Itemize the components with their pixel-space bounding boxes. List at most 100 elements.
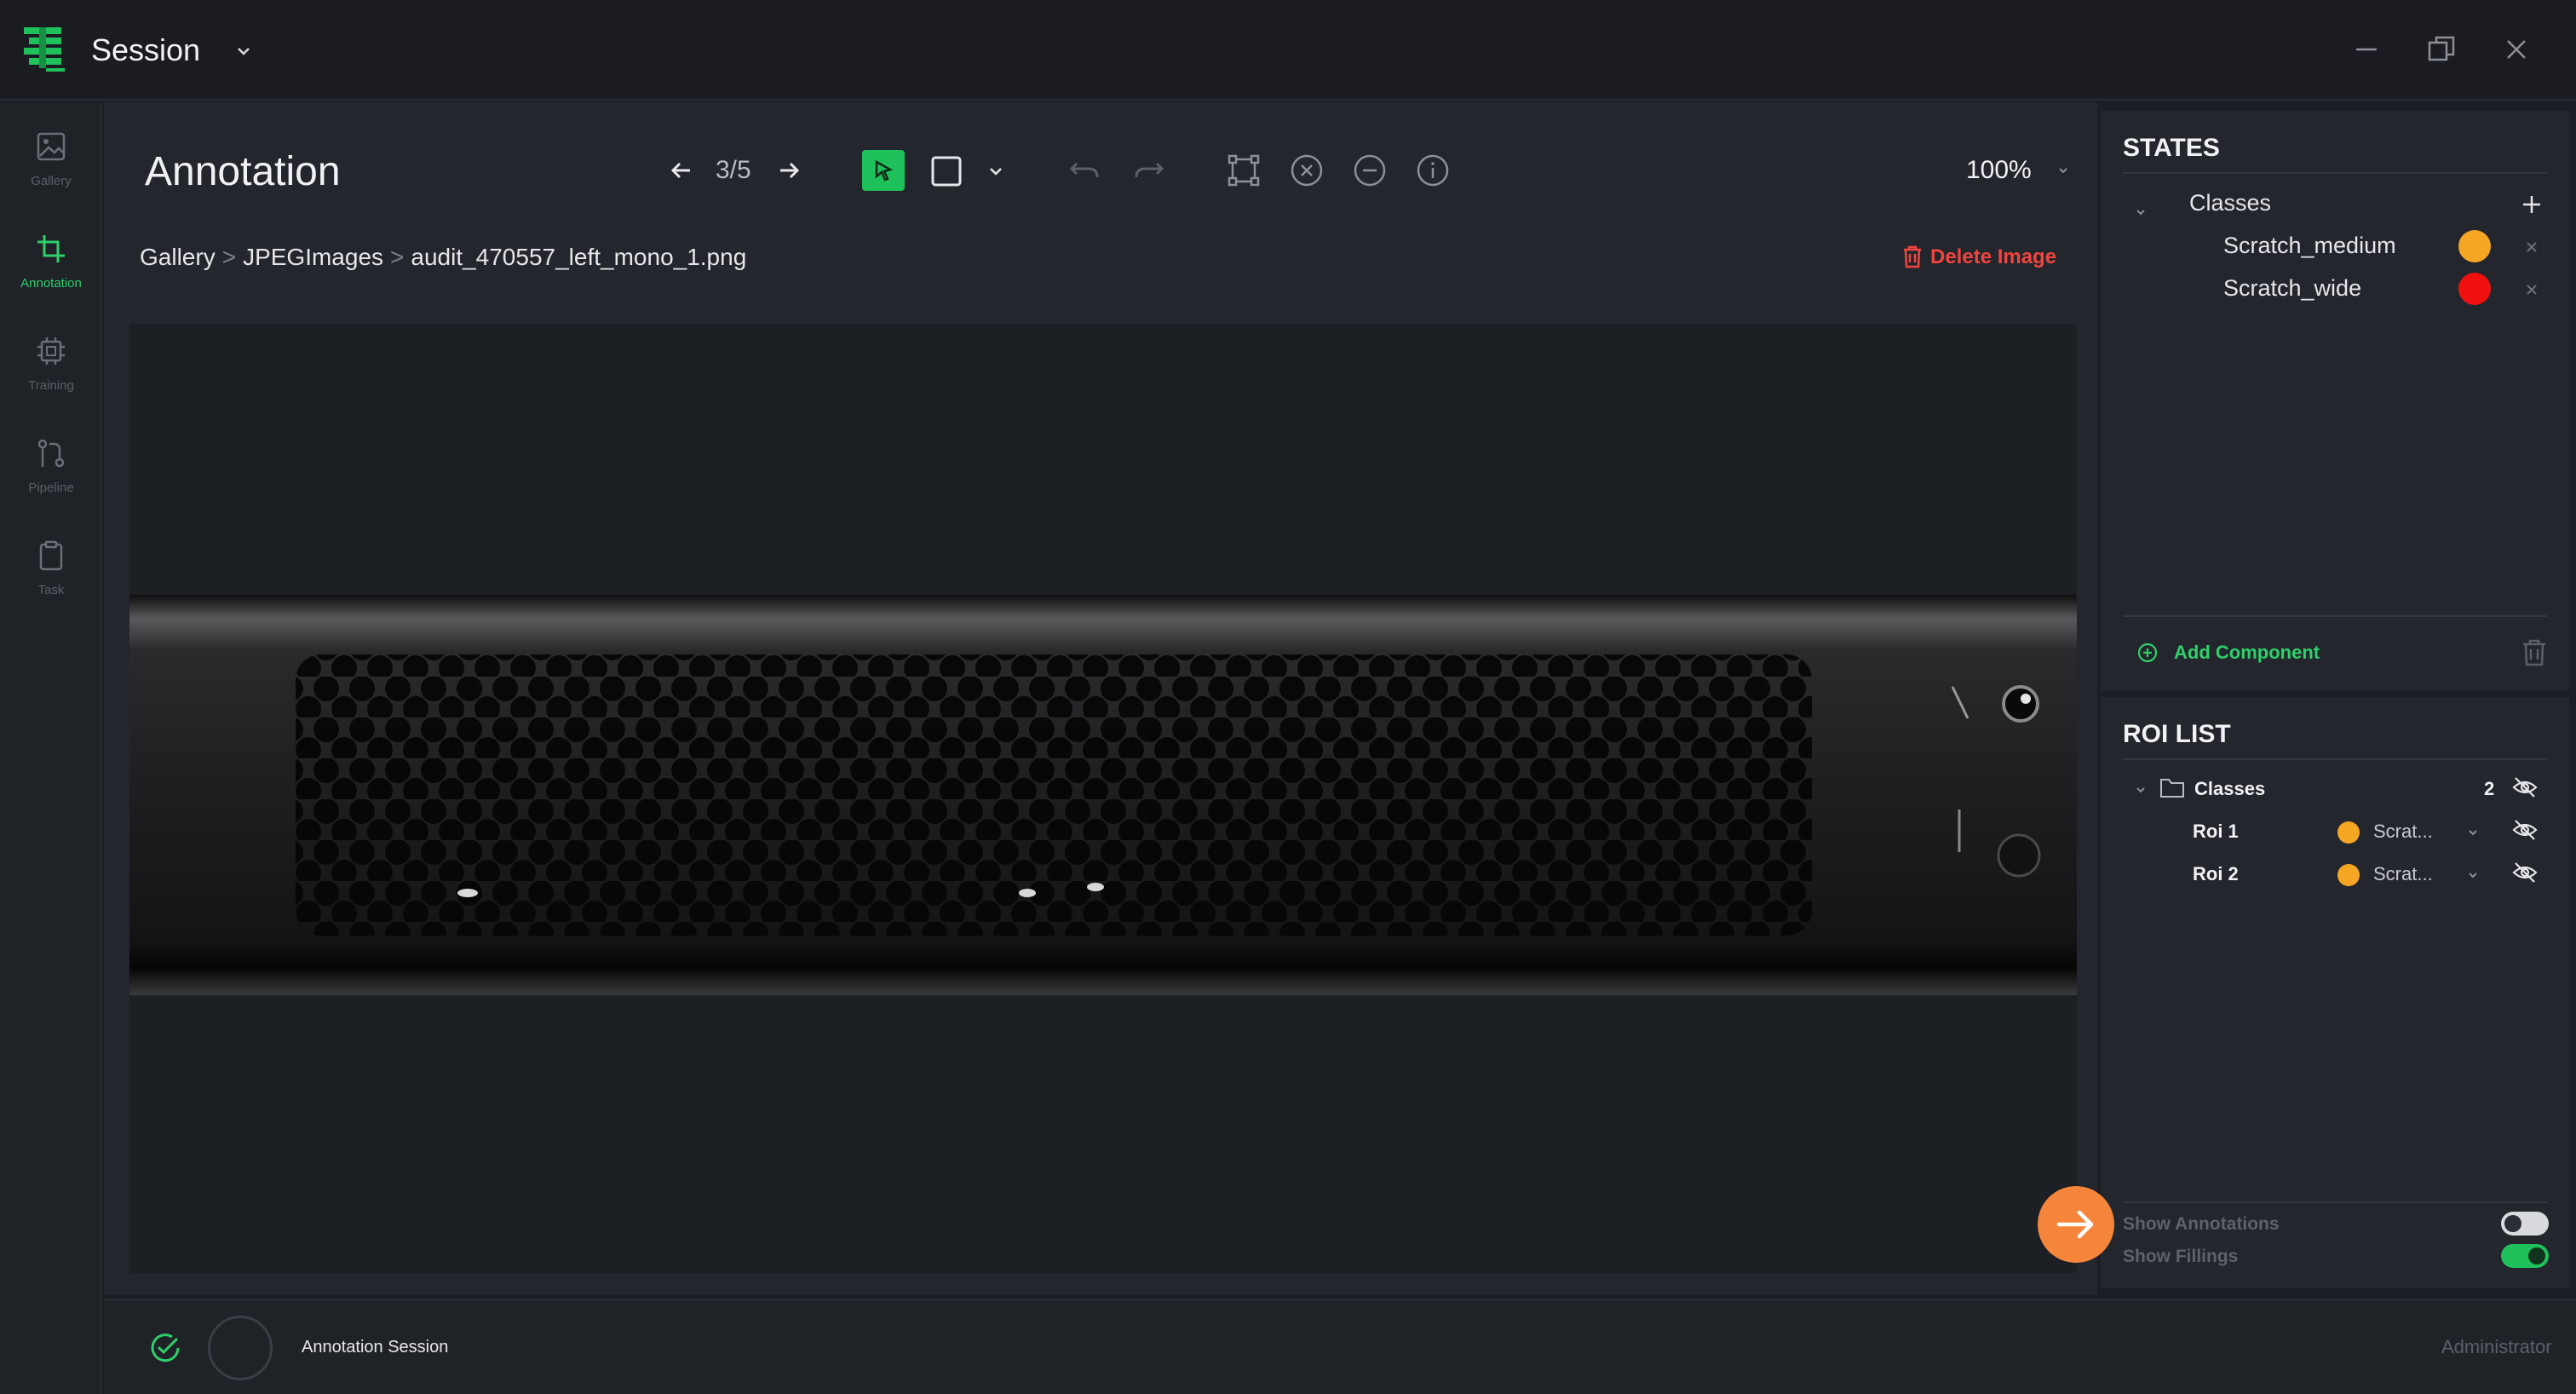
annotated-image (129, 595, 2077, 995)
breadcrumb-file: audit_470557_left_mono_1.png (411, 244, 747, 270)
close-circle-icon[interactable] (1288, 152, 1325, 189)
divider (2123, 172, 2547, 174)
chip-icon (37, 337, 65, 365)
chevron-down-icon[interactable] (2464, 866, 2482, 884)
trash-icon[interactable] (2520, 637, 2549, 668)
divider (2123, 1201, 2547, 1203)
add-component-button[interactable]: Add Component (2136, 637, 2320, 668)
sidebar-item-label: Annotation (20, 276, 82, 291)
toggle-knob (2504, 1215, 2521, 1232)
sidebar-item-task[interactable]: Task (0, 530, 102, 624)
undo-icon[interactable] (1067, 153, 1102, 189)
chevron-down-icon[interactable] (2464, 823, 2482, 842)
class-name[interactable]: Scratch_medium (2223, 230, 2396, 261)
states-group-label[interactable]: Classes (2189, 187, 2271, 218)
minus-circle-icon[interactable] (1351, 152, 1389, 189)
close-icon[interactable] (2499, 32, 2533, 66)
show-annotations-label: Show Annotations (2123, 1214, 2280, 1234)
roi-class-swatch (2337, 864, 2360, 886)
roi-item-name[interactable]: Roi 1 (2193, 818, 2239, 845)
eye-off-icon[interactable] (2511, 775, 2539, 799)
sidebar-item-label: Pipeline (28, 481, 74, 495)
roi-list-panel: ROI LIST Classes 2 Roi 1 Scrat... Roi 2 … (2101, 697, 2569, 1288)
class-name[interactable]: Scratch_wide (2223, 273, 2361, 303)
app-logo-icon (24, 27, 65, 72)
arrow-indicator-button[interactable] (2038, 1186, 2114, 1263)
sidebar-item-label: Training (28, 378, 74, 393)
sidebar-item-annotation[interactable]: Annotation (0, 223, 102, 317)
sidebar-item-pipeline[interactable]: Pipeline (0, 428, 102, 521)
user-name[interactable]: Administrator (2441, 1334, 2552, 1360)
check-circle-icon (151, 1334, 180, 1362)
divider (2123, 615, 2547, 617)
chevron-down-icon[interactable] (232, 39, 256, 63)
breadcrumb: Gallery > JPEGImages > audit_470557_left_mon… (140, 240, 746, 274)
redo-icon[interactable] (1131, 153, 1167, 189)
delete-image-label: Delete Image (1930, 245, 2057, 268)
folder-icon (2160, 779, 2184, 798)
chevron-down-icon[interactable] (985, 160, 1007, 182)
rectangle-tool-icon[interactable] (929, 153, 964, 189)
image-icon (37, 132, 66, 161)
states-heading: STATES (2123, 134, 2220, 162)
sidebar-item-gallery[interactable]: Gallery (0, 121, 102, 215)
app-window: Session Gallery Annotation Training Pipe… (0, 0, 2576, 1394)
arrow-left-icon[interactable] (666, 155, 697, 186)
sidebar-item-training[interactable]: Training (0, 325, 102, 419)
eye-off-icon[interactable] (2511, 818, 2539, 842)
show-annotations-toggle[interactable] (2501, 1212, 2549, 1236)
plus-circle-icon (2137, 642, 2158, 663)
remove-class-icon[interactable] (2521, 237, 2542, 257)
show-fillings-toggle[interactable] (2501, 1244, 2549, 1268)
pipeline-icon (37, 439, 65, 468)
sidebar-item-label: Gallery (31, 174, 72, 188)
chevron-down-icon[interactable] (2131, 781, 2150, 799)
chevron-down-icon[interactable] (2131, 203, 2150, 222)
roi-heading: ROI LIST (2123, 720, 2231, 748)
bounding-box-icon[interactable] (1225, 152, 1262, 189)
roi-class-swatch (2337, 821, 2360, 844)
info-icon[interactable] (1414, 152, 1452, 189)
breadcrumb-folder[interactable]: JPEGImages (243, 244, 383, 270)
status-bar: Annotation Session Administrator (104, 1299, 2576, 1394)
session-status: Annotation Session (302, 1338, 449, 1357)
roi-group-label[interactable]: Classes (2194, 775, 2265, 803)
roi-class-select[interactable]: Scrat... (2373, 861, 2433, 888)
image-canvas[interactable] (129, 324, 2077, 1273)
roi-class-select[interactable]: Scrat... (2373, 818, 2433, 845)
eye-off-icon[interactable] (2511, 861, 2539, 884)
sidebar: Gallery Annotation Training Pipeline Tas… (0, 102, 102, 1394)
class-color-swatch[interactable] (2458, 230, 2491, 262)
cursor-icon (875, 159, 894, 181)
roi-item-name[interactable]: Roi 2 (2193, 861, 2239, 888)
add-class-icon[interactable] (2520, 193, 2544, 216)
crop-icon (37, 235, 65, 262)
remove-class-icon[interactable] (2521, 279, 2542, 300)
restore-window-icon[interactable] (2424, 32, 2458, 66)
breadcrumb-separator: > (390, 244, 405, 270)
select-tool-button[interactable] (862, 150, 905, 191)
avatar[interactable] (208, 1316, 273, 1380)
class-color-swatch[interactable] (2458, 273, 2491, 305)
trash-icon (1904, 245, 1921, 268)
page-title: Annotation (145, 149, 341, 194)
clipboard-icon (39, 540, 63, 571)
zoom-level[interactable]: 100% (1966, 153, 2032, 187)
divider (2123, 758, 2547, 760)
arrow-right-icon (2056, 1210, 2094, 1239)
breadcrumb-separator: > (221, 244, 237, 270)
states-panel: STATES Classes Scratch_medium Scratch_wi… (2101, 111, 2569, 690)
chevron-down-icon[interactable] (2055, 162, 2072, 179)
minimize-icon[interactable] (2349, 32, 2383, 66)
toggle-knob (2528, 1247, 2545, 1264)
roi-count: 2 (2484, 778, 2495, 799)
annotation-workspace: Annotation 3/5 100% Gallery > JPEGImages… (104, 102, 2097, 1295)
show-fillings-label: Show Fillings (2123, 1247, 2239, 1266)
breadcrumb-gallery[interactable]: Gallery (140, 244, 216, 270)
session-title[interactable]: Session (91, 29, 200, 72)
title-bar: Session (0, 0, 2576, 101)
sidebar-item-label: Task (37, 583, 65, 597)
image-position: 3/5 (716, 156, 751, 184)
arrow-right-icon[interactable] (773, 155, 804, 186)
delete-image-button[interactable]: Delete Image (1901, 242, 2056, 273)
